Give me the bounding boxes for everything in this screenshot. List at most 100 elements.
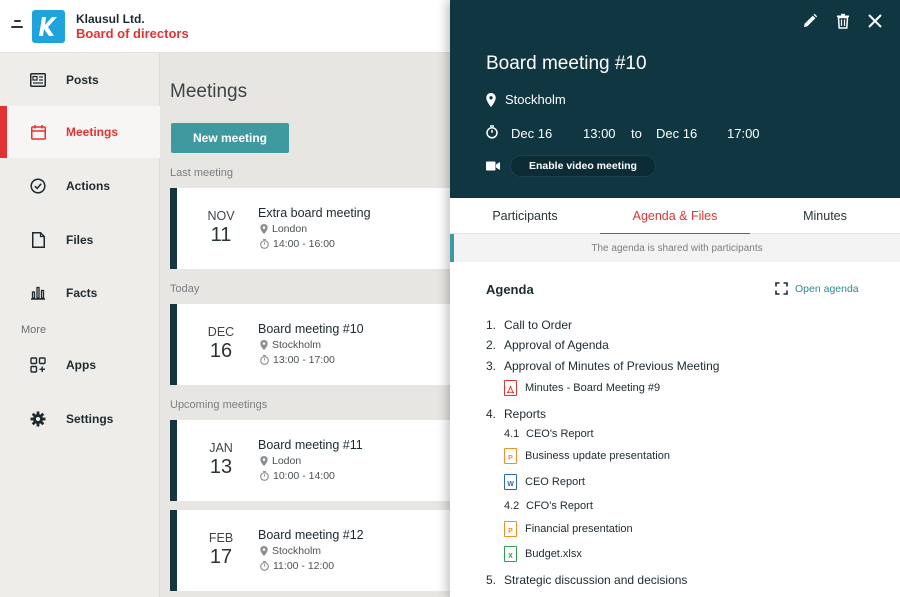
sidebar-item-apps[interactable]: Apps bbox=[0, 339, 160, 391]
section-label-today: Today bbox=[170, 283, 200, 295]
agenda-subitem-number: 4.1 bbox=[504, 428, 520, 440]
file-name: Minutes - Board Meeting #9 bbox=[525, 382, 661, 394]
meeting-location: Lodon bbox=[260, 455, 301, 467]
organization-name: Klausul Ltd. bbox=[76, 12, 145, 26]
meeting-time-text: 10:00 - 14:00 bbox=[273, 470, 335, 482]
board-name[interactable]: Board of directors bbox=[76, 26, 189, 41]
check-circle-icon bbox=[29, 177, 47, 195]
agenda-subitem[interactable]: CFO's Report bbox=[526, 500, 593, 512]
apps-icon bbox=[29, 356, 47, 374]
delete-icon[interactable] bbox=[834, 12, 852, 30]
meeting-card[interactable]: FEB 17 Board meeting #12 Stockholm 11:00… bbox=[170, 510, 460, 591]
meeting-card[interactable]: NOV 11 Extra board meeting London 14:00 … bbox=[170, 188, 460, 269]
meeting-time: 11:00 - 12:00 bbox=[260, 560, 334, 572]
agenda-item[interactable]: Approval of Minutes of Previous Meeting bbox=[504, 359, 719, 373]
close-icon[interactable] bbox=[866, 12, 884, 30]
agenda-item[interactable]: Strategic discussion and decisions bbox=[504, 573, 687, 587]
meeting-month: FEB bbox=[208, 531, 234, 545]
more-section-label: More bbox=[21, 324, 47, 336]
attached-file[interactable]: P Business update presentation bbox=[504, 448, 670, 464]
meeting-time: 10:00 - 14:00 bbox=[260, 470, 335, 482]
file-name: Budget.xlsx bbox=[525, 548, 582, 560]
meetings-list-panel: Meetings New meeting Last meeting NOV 11… bbox=[160, 53, 460, 597]
open-agenda-link[interactable]: Open agenda bbox=[775, 282, 859, 295]
tab-minutes[interactable]: Minutes bbox=[750, 198, 900, 234]
meeting-location-text: Lodon bbox=[272, 455, 302, 467]
attached-file[interactable]: P Financial presentation bbox=[504, 521, 633, 537]
start-time[interactable]: 13:00 bbox=[583, 126, 616, 141]
meeting-month: NOV bbox=[207, 209, 235, 223]
meeting-time: 14:00 - 16:00 bbox=[260, 238, 335, 250]
agenda-item[interactable]: Call to Order bbox=[504, 318, 572, 332]
meeting-location: London bbox=[260, 223, 307, 235]
agenda-item[interactable]: Reports bbox=[504, 407, 546, 421]
expand-icon bbox=[775, 282, 788, 295]
tab-participants[interactable]: Participants bbox=[450, 198, 600, 234]
location-pin-icon bbox=[260, 456, 268, 466]
meeting-month: DEC bbox=[207, 325, 235, 339]
agenda-subitem[interactable]: CEO's Report bbox=[526, 428, 594, 440]
sidebar-item-meetings[interactable]: Meetings bbox=[0, 106, 160, 158]
sidebar-item-settings[interactable]: Settings bbox=[0, 393, 160, 445]
file-name: Business update presentation bbox=[525, 450, 670, 462]
section-label-last: Last meeting bbox=[170, 167, 233, 179]
sidebar-item-posts[interactable]: Posts bbox=[0, 54, 160, 106]
sidebar-item-label: Facts bbox=[66, 286, 98, 300]
stopwatch-icon bbox=[260, 471, 269, 481]
meeting-month: JAN bbox=[209, 441, 233, 455]
gear-icon bbox=[29, 410, 47, 428]
meeting-card[interactable]: JAN 13 Board meeting #11 Lodon 10:00 - 1… bbox=[170, 420, 460, 501]
meeting-card[interactable]: DEC 16 Board meeting #10 Stockholm 13:00… bbox=[170, 304, 460, 385]
powerpoint-file-icon: P bbox=[504, 448, 517, 464]
pdf-file-icon bbox=[504, 380, 517, 396]
meeting-day: 13 bbox=[209, 456, 233, 478]
menu-icon[interactable] bbox=[11, 19, 23, 31]
agenda-item[interactable]: Approval of Agenda bbox=[504, 338, 609, 352]
file-name: CEO Report bbox=[525, 476, 585, 488]
sidebar-item-label: Posts bbox=[66, 73, 99, 87]
end-time[interactable]: 17:00 bbox=[727, 126, 760, 141]
meeting-detail-title: Board meeting #10 bbox=[486, 53, 647, 74]
meeting-detail-header: Board meeting #10 Stockholm Dec 16 13:00… bbox=[450, 0, 900, 198]
stopwatch-icon bbox=[260, 355, 269, 365]
meeting-title: Board meeting #10 bbox=[258, 322, 364, 336]
meeting-time-text: 11:00 - 12:00 bbox=[273, 560, 335, 572]
meeting-day: 11 bbox=[210, 224, 232, 246]
start-date[interactable]: Dec 16 bbox=[511, 126, 552, 141]
sidebar-item-label: Files bbox=[66, 233, 94, 247]
sidebar-item-files[interactable]: Files bbox=[0, 214, 160, 266]
attached-file[interactable]: Minutes - Board Meeting #9 bbox=[504, 380, 660, 396]
meeting-day: 16 bbox=[209, 340, 233, 362]
meeting-day: 17 bbox=[209, 546, 233, 568]
meeting-time-text: 14:00 - 16:00 bbox=[273, 238, 335, 250]
meeting-location: Stockholm bbox=[260, 339, 321, 351]
agenda-heading: Agenda bbox=[486, 282, 534, 297]
calendar-icon bbox=[29, 123, 47, 141]
agenda-subitem-number: 4.2 bbox=[504, 500, 520, 512]
attached-file[interactable]: X Budget.xlsx bbox=[504, 546, 582, 562]
sidebar-item-facts[interactable]: Facts bbox=[0, 267, 160, 319]
new-meeting-button[interactable]: New meeting bbox=[171, 123, 289, 153]
stopwatch-icon bbox=[260, 239, 269, 249]
sidebar-item-label: Settings bbox=[66, 412, 114, 426]
meeting-time-text: 13:00 - 17:00 bbox=[273, 354, 335, 366]
tab-agenda-files[interactable]: Agenda & Files bbox=[600, 198, 750, 234]
meeting-detail-panel: Board meeting #10 Stockholm Dec 16 13:00… bbox=[450, 0, 900, 597]
section-label-upcoming: Upcoming meetings bbox=[170, 399, 268, 411]
enable-video-meeting-button[interactable]: Enable video meeting bbox=[510, 155, 656, 177]
location-pin-icon bbox=[486, 92, 496, 107]
sidebar-item-actions[interactable]: Actions bbox=[0, 160, 160, 212]
edit-icon[interactable] bbox=[801, 12, 819, 30]
agenda-item-number: 1. bbox=[486, 318, 497, 332]
word-file-icon: W bbox=[504, 474, 517, 490]
page-title: Meetings bbox=[170, 81, 248, 102]
end-date[interactable]: Dec 16 bbox=[656, 126, 697, 141]
file-icon bbox=[29, 231, 47, 249]
attached-file[interactable]: W CEO Report bbox=[504, 474, 585, 490]
company-logo[interactable] bbox=[32, 10, 65, 43]
meeting-title: Extra board meeting bbox=[258, 206, 371, 220]
location-pin-icon bbox=[260, 340, 268, 350]
location-pin-icon bbox=[260, 546, 268, 556]
detail-tabs: Participants Agenda & Files Minutes bbox=[450, 198, 900, 234]
file-name: Financial presentation bbox=[525, 523, 633, 535]
